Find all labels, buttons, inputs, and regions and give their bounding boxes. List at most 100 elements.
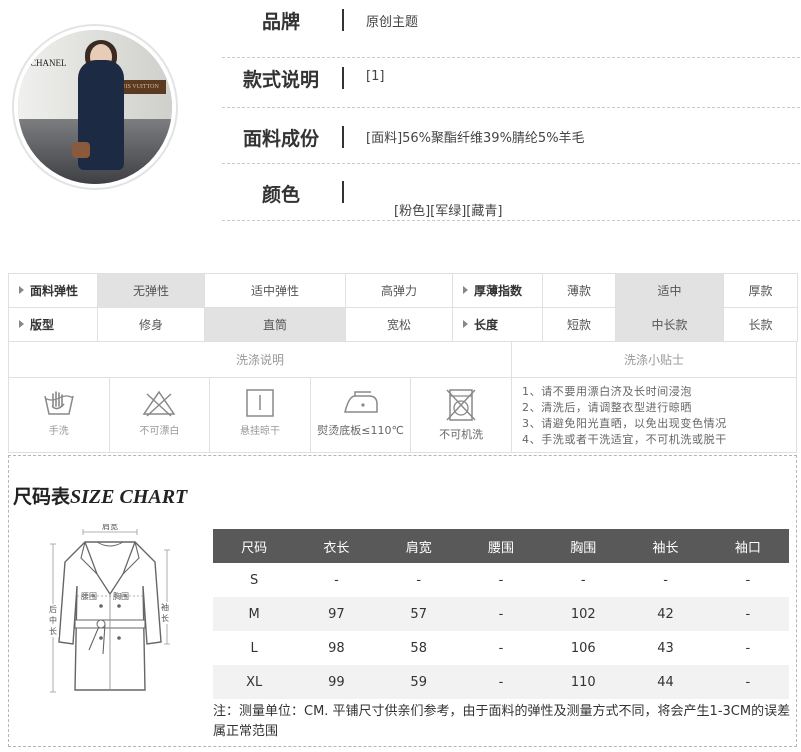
size-col-header: 袖长	[624, 529, 707, 563]
size-col-header: 胸围	[542, 529, 625, 563]
size-cell: 44	[624, 665, 707, 699]
size-col-header: 袖口	[706, 529, 789, 563]
size-cell: 59	[377, 665, 460, 699]
size-cell: -	[416, 572, 422, 588]
size-row: S - - - - - -	[213, 563, 789, 597]
attribute-head-thickness: 厚薄指数	[452, 273, 543, 308]
size-cell: XL	[213, 665, 296, 699]
size-cell: -	[459, 665, 543, 699]
attribute-option: 适中	[615, 273, 724, 308]
size-row: L 98 58 - 106 43 -	[213, 631, 789, 665]
size-cell: 110	[542, 665, 625, 699]
diagram-label-length: 后中长	[49, 604, 59, 637]
size-cell: S	[250, 572, 259, 588]
product-photo: CHANEL LOUIS VUITTON	[18, 30, 172, 184]
info-label: 款式说明	[242, 69, 319, 91]
size-cell: 42	[624, 597, 707, 631]
washing-instructions: 洗涤说明 手洗 不可漂白 悬挂晾干 熨烫底板≤110℃ 不可机洗	[9, 342, 512, 452]
arrow-right-icon	[463, 286, 468, 294]
arrow-right-icon	[463, 320, 468, 328]
size-chart-panel: 尺码表SIZE CHART 肩宽 腰围 胸围 后中长 袖长 尺码 衣长 肩宽 腰…	[8, 455, 797, 747]
info-value: [粉色][军绿][藏青]	[394, 204, 503, 219]
washing-tips: 洗涤小贴士 1、请不要用漂白济及长时间浸泡 2、清洗后，请调整衣型进行晾晒 3、…	[512, 342, 796, 452]
size-cell: -	[498, 572, 504, 588]
size-cell: -	[745, 640, 751, 656]
size-col-header: 尺码	[213, 529, 296, 563]
diagram-label-shoulder: 肩宽	[102, 524, 118, 531]
wash-caption: 熨烫底板≤110℃	[317, 424, 404, 437]
size-cell: -	[459, 597, 543, 631]
washing-tip: 2、清洗后，请调整衣型进行晾晒	[522, 401, 692, 414]
size-row: M 97 57 - 102 42 -	[213, 597, 789, 631]
info-value: [1]	[366, 69, 385, 84]
coat-measurement-diagram: 肩宽 腰围 胸围	[50, 524, 170, 693]
no-bleach-icon	[142, 390, 176, 417]
attribute-head-fit: 版型	[8, 307, 98, 342]
size-table-header: 尺码 衣长 肩宽 腰围 胸围 袖长 袖口	[213, 529, 789, 563]
info-divider	[342, 126, 344, 148]
hang-dry-icon	[246, 389, 274, 417]
info-value: [面料]56%聚酯纤维39%腈纶5%羊毛	[366, 131, 585, 146]
info-row-material: 面料成份 [面料]56%聚酯纤维39%腈纶5%羊毛	[222, 108, 800, 164]
attribute-label: 厚薄指数	[474, 284, 523, 298]
wash-item: 悬挂晾干	[210, 378, 311, 452]
wash-item: 不可漂白	[110, 378, 211, 452]
info-label: 颜色	[261, 184, 300, 206]
size-col-header: 衣长	[295, 529, 378, 563]
attribute-option: 厚款	[723, 273, 798, 308]
iron-icon	[343, 391, 378, 413]
size-cell: 98	[328, 640, 345, 656]
washing-tip: 3、请避免阳光直晒，以免出现变色情况	[522, 417, 727, 430]
attribute-head-length: 长度	[452, 307, 543, 342]
attribute-option: 宽松	[345, 307, 453, 342]
attribute-option: 高弹力	[345, 273, 453, 308]
washing-tips-list: 1、请不要用漂白济及长时间浸泡 2、清洗后，请调整衣型进行晾晒 3、请避免阳光直…	[512, 378, 796, 448]
size-cell: M	[213, 597, 296, 631]
size-cell: -	[706, 597, 789, 631]
product-photo-frame: CHANEL LOUIS VUITTON	[12, 24, 178, 190]
hand-wash-icon	[44, 391, 74, 415]
attribute-row: 版型 修身 直筒 宽松 长度 短款 中长款 长款	[8, 307, 798, 342]
attribute-label: 版型	[30, 318, 55, 332]
attribute-option: 适中弹性	[204, 273, 346, 308]
size-cell: 97	[295, 597, 378, 631]
size-cell: 106	[570, 640, 596, 656]
diagram-label-sleeve: 袖长	[161, 602, 171, 624]
info-row-color: 颜色 [粉色][军绿][藏青]	[222, 164, 800, 221]
size-row: XL 99 59 - 110 44 -	[213, 665, 789, 699]
wash-caption: 手洗	[48, 426, 69, 437]
size-cell: 102	[542, 597, 625, 631]
size-cell: 43	[657, 640, 674, 656]
size-col-header: 肩宽	[377, 529, 460, 563]
info-divider	[342, 67, 344, 89]
size-cell: -	[498, 640, 504, 656]
size-cell: -	[580, 572, 586, 588]
size-cell: -	[663, 572, 668, 588]
washing-title: 洗涤说明	[9, 342, 511, 378]
wash-caption: 悬挂晾干	[239, 426, 280, 437]
attribute-option: 短款	[542, 307, 616, 342]
wash-item: 手洗	[9, 378, 110, 452]
size-cell: -	[706, 665, 789, 699]
size-cell: -	[745, 572, 751, 588]
attribute-label: 面料弹性	[30, 284, 79, 298]
attribute-head-elasticity: 面料弹性	[8, 273, 98, 308]
size-chart-title-cn: 尺码表	[13, 486, 71, 508]
size-cell: L	[250, 640, 258, 656]
info-label: 面料成份	[242, 128, 319, 150]
size-cell: 58	[410, 640, 427, 656]
size-cell: -	[334, 572, 339, 588]
attribute-option: 中长款	[615, 307, 724, 342]
info-divider	[342, 9, 344, 31]
size-cell: 99	[295, 665, 378, 699]
diagram-label-waist: 腰围	[81, 592, 97, 601]
wash-caption: 不可漂白	[139, 426, 180, 437]
wash-item: 熨烫底板≤110℃	[311, 378, 412, 452]
attribute-option: 长款	[723, 307, 798, 342]
info-value: 原创主题	[366, 15, 419, 30]
size-chart-title-en: SIZE CHART	[70, 486, 188, 508]
size-cell: 57	[377, 597, 460, 631]
attribute-option: 无弹性	[97, 273, 205, 308]
info-row-style: 款式说明 [1]	[222, 48, 800, 108]
diagram-label-chest: 胸围	[113, 591, 129, 601]
